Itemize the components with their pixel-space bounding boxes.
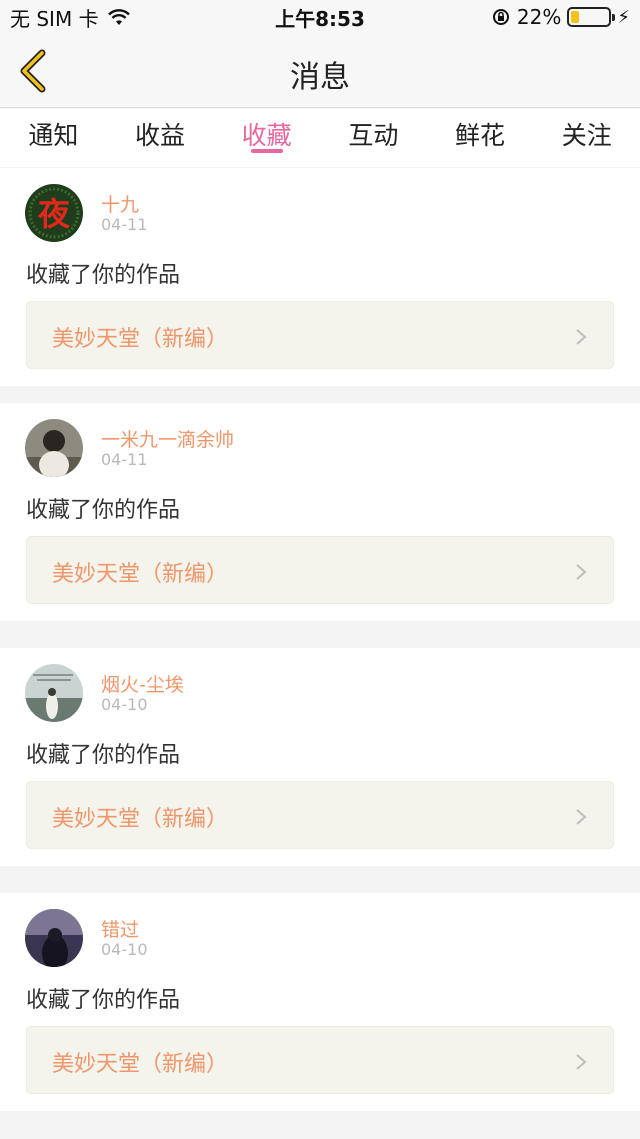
battery-icon [567,7,616,27]
message-date: 04-11 [101,215,148,234]
battery-percent: 22% [516,5,562,29]
tab-notification[interactable]: 通知 [0,109,107,167]
avatar[interactable] [25,664,83,722]
page-title: 消息 [290,60,350,95]
work-link[interactable]: 美妙天堂（新编） [26,301,614,369]
work-link[interactable]: 美妙天堂（新编） [26,781,614,849]
work-title: 美妙天堂（新编） [52,327,229,352]
active-tab-indicator [250,149,283,153]
chevron-right-icon [576,329,587,345]
work-link[interactable]: 美妙天堂（新编） [26,1026,614,1094]
message-card: 烟火-尘埃 04-10 收藏了你的作品 美妙天堂（新编） [0,648,640,866]
work-title: 美妙天堂（新编） [52,807,229,832]
avatar[interactable] [25,909,83,967]
svg-text:夜: 夜 [37,195,71,233]
status-bar: 无 SIM 卡 上午8:53 22% ⚡ [0,0,640,34]
tab-flowers[interactable]: 鲜花 [427,109,534,167]
message-card: 夜 十九 04-11 收藏了你的作品 美妙天堂（新编） [0,168,640,386]
user-name[interactable]: 十九 [101,190,139,217]
user-name[interactable]: 烟火-尘埃 [101,670,184,697]
status-right: 22% ⚡ [491,5,630,29]
tab-favorites[interactable]: 收藏 [213,109,320,167]
work-title: 美妙天堂（新编） [52,562,229,587]
message-card: 错过 04-10 收藏了你的作品 美妙天堂（新编） [0,893,640,1111]
tab-bar: 通知 收益 收藏 互动 鲜花 关注 [0,109,640,167]
carrier-label: 无 SIM 卡 [10,6,99,31]
avatar[interactable]: 夜 [25,184,83,242]
action-text: 收藏了你的作品 [26,498,181,523]
tab-interaction[interactable]: 互动 [320,109,427,167]
orientation-lock-icon [492,9,509,25]
action-text: 收藏了你的作品 [26,263,181,288]
action-text: 收藏了你的作品 [26,988,181,1013]
work-title: 美妙天堂（新编） [52,1052,229,1077]
tab-earnings[interactable]: 收益 [107,109,214,167]
wifi-icon [107,9,130,25]
message-date: 04-10 [101,940,148,959]
status-left: 无 SIM 卡 [10,3,131,32]
avatar[interactable] [25,419,83,477]
charging-icon: ⚡ [617,6,630,28]
chevron-right-icon [576,809,587,825]
user-name[interactable]: 错过 [101,915,139,942]
nav-bar: 消息 [0,34,640,108]
work-link[interactable]: 美妙天堂（新编） [26,536,614,604]
tab-follow[interactable]: 关注 [533,109,640,167]
user-name[interactable]: 一米九一滴余帅 [101,425,234,452]
message-date: 04-10 [101,695,148,714]
message-date: 04-11 [101,450,148,469]
chevron-right-icon [576,564,587,580]
message-card: 一米九一滴余帅 04-11 收藏了你的作品 美妙天堂（新编） [0,403,640,621]
chevron-right-icon [576,1054,587,1070]
action-text: 收藏了你的作品 [26,743,181,768]
battery-fill [571,11,580,23]
